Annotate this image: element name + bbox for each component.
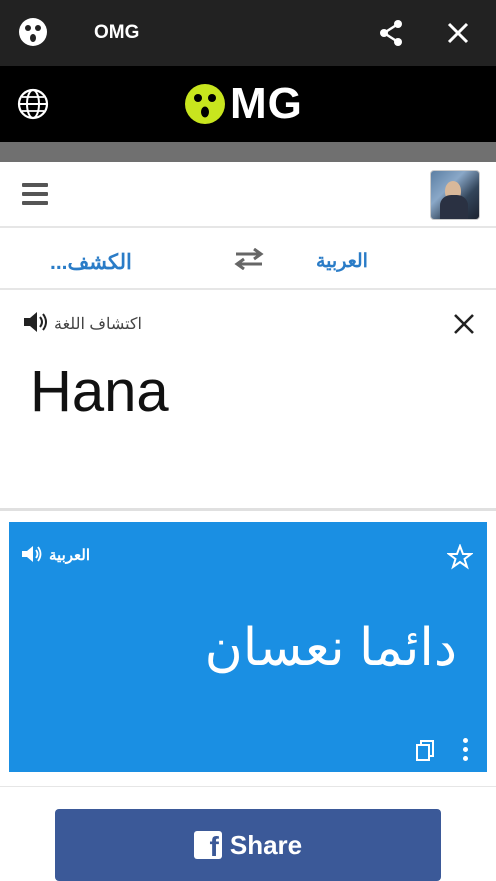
share-button-label: Share (229, 829, 303, 860)
source-language-button[interactable]: الكشف... (50, 250, 132, 275)
app-nav-bar (0, 162, 496, 228)
language-selector-bar: الكشف... العربية (0, 228, 496, 290)
copy-icon[interactable] (415, 740, 435, 762)
speaker-icon[interactable] (22, 310, 48, 334)
divider (0, 786, 496, 787)
avatar[interactable] (430, 170, 480, 220)
more-options-icon[interactable] (463, 738, 469, 764)
globe-icon[interactable] (17, 88, 49, 120)
app-top-bar: OMG (0, 0, 496, 66)
logo-text: MG (230, 79, 303, 128)
facebook-icon: f (193, 831, 222, 861)
star-icon[interactable] (447, 544, 473, 570)
share-icon[interactable] (376, 18, 406, 48)
menu-icon[interactable] (22, 183, 48, 205)
brand-bar: MG (0, 66, 496, 142)
scroll-overlay-strip (0, 142, 496, 162)
translation-result-card: العربية دائما نعسان (9, 522, 487, 772)
app-logo-icon[interactable] (18, 17, 48, 47)
translated-text: دائما نعسان (204, 619, 457, 677)
detect-language-label: اكتشاف اللغة (54, 316, 142, 333)
speaker-icon[interactable] (21, 544, 43, 564)
source-text-input[interactable]: Hana (30, 358, 169, 425)
swap-languages-icon[interactable] (234, 248, 264, 270)
omg-logo[interactable]: MG (184, 82, 303, 126)
target-language-label: العربية (49, 547, 90, 564)
close-icon[interactable] (444, 19, 472, 47)
facebook-share-button[interactable]: f Share (55, 809, 441, 881)
app-title: OMG (94, 22, 140, 43)
logo-face-icon (185, 84, 225, 124)
source-text-panel: اكتشاف اللغة Hana (0, 292, 496, 511)
target-language-button[interactable]: العربية (316, 250, 368, 273)
clear-text-icon[interactable] (452, 312, 476, 336)
